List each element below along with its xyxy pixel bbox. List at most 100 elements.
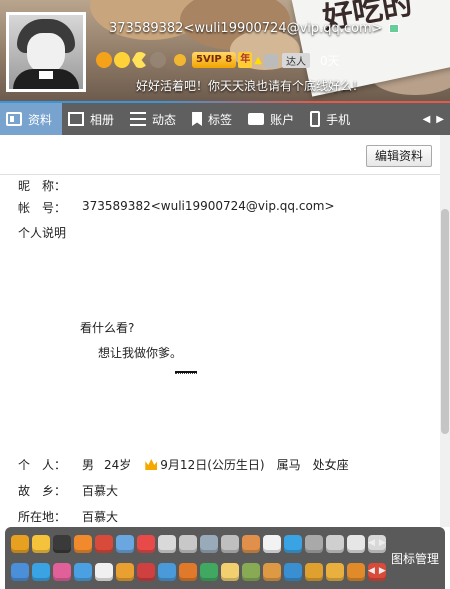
- service-icon[interactable]: [284, 535, 302, 553]
- service-icon[interactable]: [95, 535, 113, 553]
- chevron-left-icon[interactable]: ◀: [368, 538, 375, 548]
- tab-account[interactable]: 账户: [242, 103, 304, 135]
- service-icon[interactable]: [305, 535, 323, 553]
- service-icon[interactable]: [53, 535, 71, 553]
- service-icon[interactable]: [347, 535, 365, 553]
- tab-phone[interactable]: 手机: [304, 103, 360, 135]
- tab-profile[interactable]: 资料: [0, 103, 63, 135]
- hometown-label: 故 乡：: [18, 484, 67, 498]
- service-icon[interactable]: [95, 563, 113, 581]
- content-scrollbar[interactable]: [440, 135, 450, 527]
- avatar-face: [27, 33, 65, 73]
- service-icon[interactable]: [326, 535, 344, 553]
- annual-badge: 年: [238, 52, 253, 68]
- intro-row: 个人说明: [18, 224, 66, 241]
- tab-label: 手机: [326, 112, 351, 127]
- service-icon[interactable]: [284, 563, 302, 581]
- zodiac-value: 属马: [276, 458, 301, 472]
- avatar-bowtie: [39, 71, 53, 79]
- phone-icon: [310, 111, 321, 127]
- service-icon[interactable]: [137, 563, 155, 581]
- service-icon[interactable]: [11, 563, 29, 581]
- profile-card-icon: [6, 112, 22, 126]
- service-icon[interactable]: [158, 535, 176, 553]
- service-icon[interactable]: [200, 535, 218, 553]
- location-label: 所在地：: [18, 510, 67, 524]
- service-icon[interactable]: [74, 563, 92, 581]
- nickname-row: 昵 称：: [18, 177, 82, 194]
- account-value: 373589382<wuli19900724@vip.qq.com>: [82, 199, 335, 213]
- service-icon[interactable]: [11, 535, 29, 553]
- service-icon[interactable]: [347, 563, 365, 581]
- service-icon[interactable]: [179, 535, 197, 553]
- daren-label: 达人: [282, 53, 310, 68]
- chevron-left-icon[interactable]: ◀: [368, 566, 375, 576]
- service-icon[interactable]: [32, 535, 50, 553]
- badge-row: 5VIP 8 年 ▲: [96, 51, 262, 69]
- moon-icon[interactable]: [132, 52, 148, 68]
- service-icon[interactable]: [32, 563, 50, 581]
- daren-status[interactable]: 达人 0天: [264, 52, 340, 69]
- smiley-icon[interactable]: [114, 52, 130, 68]
- service-icon[interactable]: [263, 535, 281, 553]
- personal-row: 个 人： 男 24岁 9月12日(公历生日) 属马 处女座: [18, 456, 349, 473]
- service-icon[interactable]: [221, 535, 239, 553]
- chevron-right-icon[interactable]: ▶: [379, 566, 386, 576]
- service-icon[interactable]: [326, 563, 344, 581]
- tab-label: 相册: [90, 112, 115, 127]
- tray-arrows-1: ◀ ▶: [368, 538, 386, 548]
- intro-mark: [175, 371, 197, 374]
- email-icon[interactable]: [388, 24, 399, 33]
- service-icon[interactable]: [242, 563, 260, 581]
- scrollbar-thumb[interactable]: [441, 209, 449, 434]
- service-icon[interactable]: [74, 535, 92, 553]
- tab-label: 账户: [270, 112, 295, 127]
- wallet-icon: [248, 113, 265, 125]
- account-label: 帐 号：: [18, 201, 67, 215]
- chevron-right-icon[interactable]: ▶: [379, 538, 386, 548]
- avatar[interactable]: [6, 12, 86, 92]
- tag-icon: [192, 112, 203, 126]
- icon-tray: ◀ ▶ ◀ ▶ 图标管理: [5, 527, 445, 589]
- tab-label: 动态: [152, 112, 177, 127]
- service-icon[interactable]: [263, 563, 281, 581]
- service-icon[interactable]: [158, 563, 176, 581]
- nickname-label: 昵 称：: [18, 179, 67, 193]
- chevron-left-icon[interactable]: ◀: [423, 114, 431, 125]
- service-icon[interactable]: [137, 535, 155, 553]
- level-up-icon: ▲: [254, 54, 262, 66]
- hometown-value: 百慕大: [82, 484, 119, 498]
- service-icon[interactable]: [305, 563, 323, 581]
- icon-manage-link[interactable]: 图标管理: [391, 550, 439, 567]
- tab-tags[interactable]: 标签: [186, 103, 242, 135]
- service-icon[interactable]: [242, 535, 260, 553]
- tab-feed[interactable]: 动态: [124, 103, 186, 135]
- daren-days: 0天: [320, 54, 340, 68]
- vip-crown-icon: [174, 54, 186, 66]
- tab-album[interactable]: 相册: [62, 103, 124, 135]
- crown-icon: [145, 459, 158, 470]
- list-icon: [130, 112, 147, 126]
- intro-line-2: 想让我做你爹。: [98, 346, 183, 360]
- account-row: 帐 号： 373589382<wuli19900724@vip.qq.com>: [18, 199, 335, 216]
- home-icon[interactable]: [96, 52, 112, 68]
- service-icon[interactable]: [116, 535, 134, 553]
- intro-label: 个人说明: [18, 226, 67, 240]
- signature-text[interactable]: 好好活着吧！你天天浪也请有个底线好么！: [136, 77, 364, 94]
- service-icon[interactable]: [200, 563, 218, 581]
- icon-row-1: [11, 535, 386, 553]
- svip-badge[interactable]: 5VIP 8: [192, 52, 237, 68]
- age-value: 24岁: [104, 458, 132, 472]
- service-icon[interactable]: [116, 563, 134, 581]
- service-icon[interactable]: [221, 563, 239, 581]
- service-icon[interactable]: [179, 563, 197, 581]
- account-line-text: 373589382<wuli19900724@vip.qq.com>: [109, 21, 383, 36]
- service-icon[interactable]: [53, 563, 71, 581]
- star-icon[interactable]: [150, 52, 166, 68]
- location-row: 所在地： 百慕大: [18, 508, 118, 525]
- gender-value: 男: [82, 458, 95, 472]
- intro-line-1: 看什么看?: [80, 321, 135, 335]
- edit-profile-button[interactable]: 编辑资料: [365, 145, 432, 167]
- chevron-right-icon[interactable]: ▶: [436, 114, 444, 125]
- tab-bar: 资料 相册 动态 标签 账户 手机 ◀ ▶: [0, 103, 450, 135]
